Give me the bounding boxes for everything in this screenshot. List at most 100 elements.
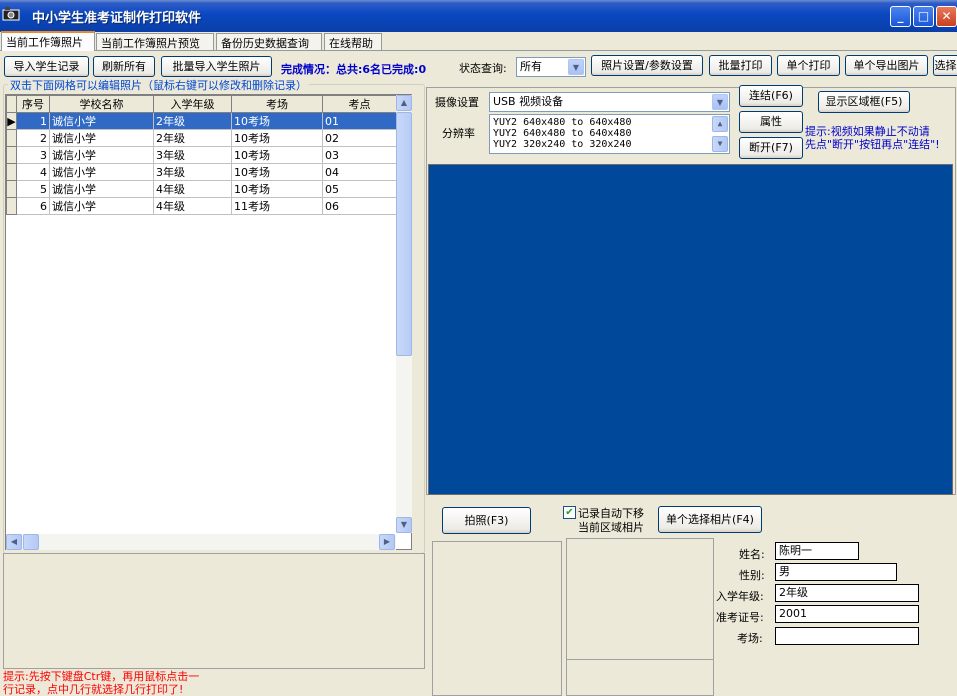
cell-no[interactable]: 6 xyxy=(16,197,50,215)
properties-button[interactable]: 属性 xyxy=(739,111,803,133)
column-header-site[interactable]: 考点 xyxy=(322,95,397,113)
name-field[interactable]: 陈明一 xyxy=(775,542,859,560)
resolution-list[interactable]: YUY2 640x480 to 640x480 YUY2 640x480 to … xyxy=(489,114,730,154)
cell-room[interactable]: 10考场 xyxy=(231,112,323,130)
single-print-button[interactable]: 单个打印 xyxy=(777,55,840,76)
row-header[interactable] xyxy=(6,129,17,147)
gender-field[interactable]: 男 xyxy=(775,563,897,581)
cell-room[interactable]: 10考场 xyxy=(231,129,323,147)
cell-school[interactable]: 诚信小学 xyxy=(49,180,154,198)
column-header-room[interactable]: 考场 xyxy=(231,95,323,113)
single-export-button[interactable]: 单个导出图片 xyxy=(845,55,928,76)
cell-grade[interactable]: 2年级 xyxy=(153,112,232,130)
cell-no[interactable]: 3 xyxy=(16,146,50,164)
tab-history-query[interactable]: 备份历史数据查询 xyxy=(216,33,322,50)
horizontal-scrollbar[interactable]: ◀ ▶ xyxy=(6,534,396,550)
column-header-no[interactable]: 序号 xyxy=(16,95,50,113)
vertical-scrollbar[interactable]: ▲ ▼ xyxy=(396,95,412,533)
scroll-left-icon[interactable]: ◀ xyxy=(6,534,22,550)
row-header[interactable] xyxy=(6,163,17,181)
batch-import-photos-button[interactable]: 批量导入学生照片 xyxy=(161,56,272,77)
grade-field[interactable]: 2年级 xyxy=(775,584,919,602)
select-button[interactable]: 选择 xyxy=(933,55,957,76)
cell-no[interactable]: 5 xyxy=(16,180,50,198)
show-frame-button[interactable]: 显示区域框(F5) xyxy=(818,91,910,113)
cell-room[interactable]: 11考场 xyxy=(231,197,323,215)
cell-room[interactable]: 10考场 xyxy=(231,180,323,198)
cell-site[interactable]: 05 xyxy=(322,180,397,198)
cell-room[interactable]: 10考场 xyxy=(231,146,323,164)
cell-site[interactable]: 04 xyxy=(322,163,397,181)
hscroll-thumb[interactable] xyxy=(23,534,39,550)
table-row[interactable]: ▶ 1 诚信小学 2年级 10考场 01 xyxy=(6,112,397,130)
window-title: 中小学生准考证制作打印软件 xyxy=(32,11,202,26)
scroll-thumb[interactable] xyxy=(396,112,412,356)
tab-photo-preview[interactable]: 当前工作簿照片预览 xyxy=(96,33,214,50)
cell-no[interactable]: 1 xyxy=(16,112,50,130)
resolution-option[interactable]: YUY2 320x240 to 320x240 xyxy=(493,139,726,150)
cell-grade[interactable]: 2年级 xyxy=(153,129,232,147)
title-bar[interactable]: 中小学生准考证制作打印软件 _ □ ✕ xyxy=(0,0,957,32)
status-query-value: 所有 xyxy=(520,60,542,73)
student-grid[interactable]: 序号 学校名称 入学年级 考场 考点 ▶ 1 诚信小学 2年级 10考场 01 … xyxy=(5,94,412,550)
cell-site[interactable]: 03 xyxy=(322,146,397,164)
close-button[interactable]: ✕ xyxy=(936,6,957,27)
cell-room[interactable]: 10考场 xyxy=(231,163,323,181)
cell-no[interactable]: 4 xyxy=(16,163,50,181)
scroll-right-icon[interactable]: ▶ xyxy=(379,534,395,550)
tab-online-help[interactable]: 在线帮助 xyxy=(324,33,382,50)
scroll-up-icon[interactable]: ▲ xyxy=(712,116,728,132)
refresh-all-button[interactable]: 刷新所有 xyxy=(93,56,155,77)
row-header[interactable] xyxy=(6,180,17,198)
scroll-down-icon[interactable]: ▼ xyxy=(396,517,412,533)
chevron-down-icon[interactable]: ▼ xyxy=(568,59,584,75)
cell-grade[interactable]: 4年级 xyxy=(153,180,232,198)
tab-current-photos[interactable]: 当前工作簿照片 xyxy=(1,31,95,51)
cell-site[interactable]: 06 xyxy=(322,197,397,215)
table-row[interactable]: 4 诚信小学 3年级 10考场 04 xyxy=(6,163,397,181)
resolution-option[interactable]: YUY2 640x480 to 640x480 xyxy=(493,128,726,139)
disconnect-button[interactable]: 断开(F7) xyxy=(739,137,803,159)
table-row[interactable]: 3 诚信小学 3年级 10考场 03 xyxy=(6,146,397,164)
column-header-school[interactable]: 学校名称 xyxy=(49,95,154,113)
cell-site[interactable]: 02 xyxy=(322,129,397,147)
column-header-grade[interactable]: 入学年级 xyxy=(153,95,232,113)
cell-school[interactable]: 诚信小学 xyxy=(49,112,154,130)
shoot-button[interactable]: 拍照(F3) xyxy=(442,507,531,534)
cell-grade[interactable]: 4年级 xyxy=(153,197,232,215)
row-header[interactable] xyxy=(6,146,17,164)
cell-grade[interactable]: 3年级 xyxy=(153,146,232,164)
device-select[interactable]: USB 视频设备 ▼ xyxy=(489,92,730,112)
connect-button[interactable]: 连结(F6) xyxy=(739,85,803,107)
scroll-down-icon[interactable]: ▼ xyxy=(712,136,728,152)
batch-print-button[interactable]: 批量打印 xyxy=(709,55,772,76)
cell-school[interactable]: 诚信小学 xyxy=(49,163,154,181)
select-photo-button[interactable]: 单个选择相片(F4) xyxy=(658,506,762,533)
cell-site[interactable]: 01 xyxy=(322,112,397,130)
cell-no[interactable]: 2 xyxy=(16,129,50,147)
video-preview[interactable] xyxy=(428,164,953,495)
minimize-button[interactable]: _ xyxy=(890,6,911,27)
cell-school[interactable]: 诚信小学 xyxy=(49,146,154,164)
table-row[interactable]: 2 诚信小学 2年级 10考场 02 xyxy=(6,129,397,147)
close-icon: ✕ xyxy=(941,9,952,23)
student-table[interactable]: 序号 学校名称 入学年级 考场 考点 ▶ 1 诚信小学 2年级 10考场 01 … xyxy=(6,95,397,215)
scroll-up-icon[interactable]: ▲ xyxy=(396,95,412,111)
import-students-button[interactable]: 导入学生记录 xyxy=(4,56,89,77)
table-row[interactable]: 6 诚信小学 4年级 11考场 06 xyxy=(6,197,397,215)
cell-grade[interactable]: 3年级 xyxy=(153,163,232,181)
resolution-option[interactable]: YUY2 640x480 to 640x480 xyxy=(493,117,726,128)
auto-move-checkbox[interactable]: ✔ xyxy=(563,506,576,519)
ticket-field[interactable]: 2001 xyxy=(775,605,919,623)
maximize-button[interactable]: □ xyxy=(913,6,934,27)
photo-settings-button[interactable]: 照片设置/参数设置 xyxy=(591,55,703,76)
table-row[interactable]: 5 诚信小学 4年级 10考场 05 xyxy=(6,180,397,198)
row-header[interactable] xyxy=(6,197,17,215)
device-label: 摄像设置 xyxy=(435,96,479,109)
cell-school[interactable]: 诚信小学 xyxy=(49,129,154,147)
room-field[interactable] xyxy=(775,627,919,645)
status-query-select[interactable]: 所有 ▼ xyxy=(516,57,586,77)
cell-school[interactable]: 诚信小学 xyxy=(49,197,154,215)
chevron-down-icon[interactable]: ▼ xyxy=(712,94,728,110)
resolution-label: 分辨率 xyxy=(442,127,475,140)
